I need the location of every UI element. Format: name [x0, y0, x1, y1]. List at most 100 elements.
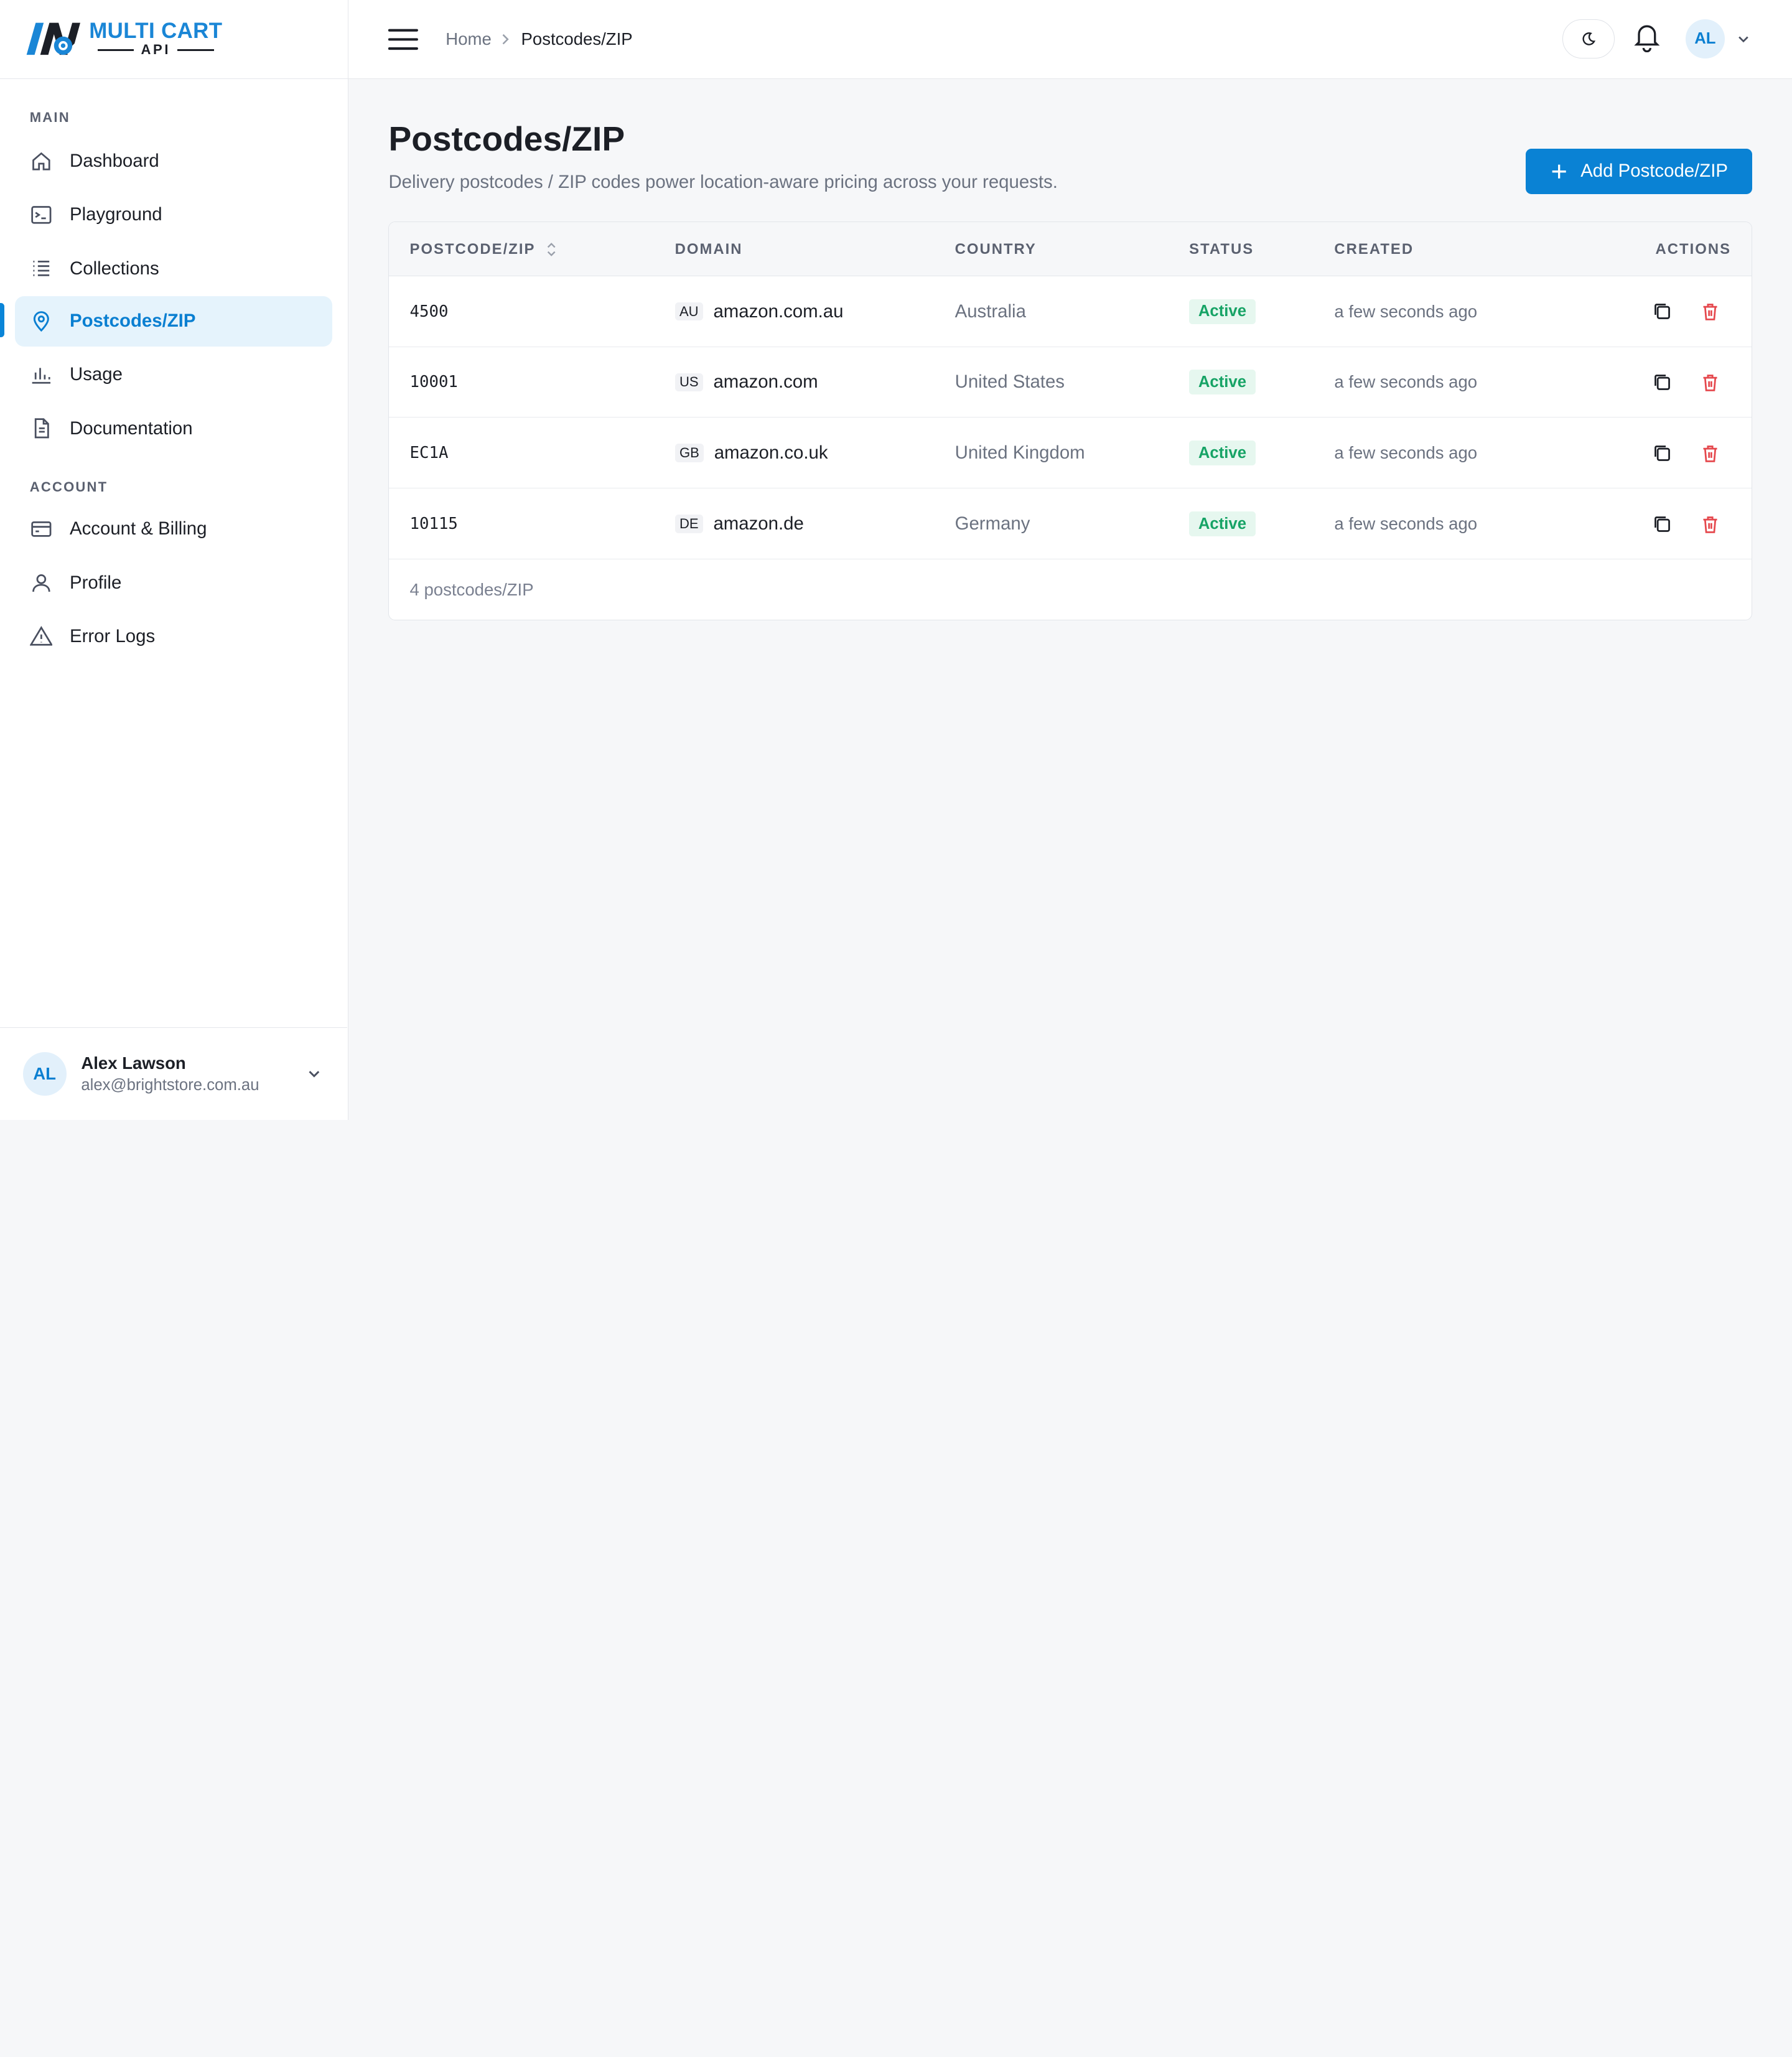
status-badge: Active	[1189, 370, 1256, 395]
logo[interactable]: MULTI CART API	[0, 0, 348, 79]
user-name: Alex Lawson	[81, 1053, 186, 1073]
moon-icon	[1582, 32, 1596, 45]
sidebar-item-postcodes[interactable]: Postcodes/ZIP	[14, 296, 333, 347]
sidebar-item-account-billing[interactable]: Account & Billing	[15, 504, 333, 554]
table-row[interactable]: 10115 DE amazon.de Germany Active a few …	[389, 488, 1752, 560]
country-cell: United States	[954, 371, 1065, 393]
logo-subtitle: API	[141, 42, 171, 58]
user-menu[interactable]: AL Alex Lawson alex@brightstore.com.au	[0, 1027, 348, 1120]
breadcrumb-home[interactable]: Home	[446, 29, 491, 49]
country-cell: United Kingdom	[954, 442, 1085, 464]
created-cell: a few seconds ago	[1334, 301, 1478, 321]
hamburger-menu-icon[interactable]	[388, 28, 419, 51]
table-row[interactable]: EC1A GB amazon.co.uk United Kingdom Acti…	[389, 417, 1752, 489]
warning-icon	[29, 625, 53, 646]
status-cell: Active	[1189, 276, 1256, 347]
status-cell: Active	[1189, 417, 1256, 488]
sidebar-item-error-logs[interactable]: Error Logs	[15, 612, 333, 662]
sidebar-item-label: Postcodes/ZIP	[70, 310, 196, 332]
trash-icon[interactable]	[1700, 372, 1720, 393]
sidebar-item-playground[interactable]: Playground	[15, 190, 333, 240]
status-badge: Active	[1189, 511, 1256, 537]
trash-icon[interactable]	[1700, 443, 1720, 464]
created-cell: a few seconds ago	[1334, 372, 1478, 392]
document-icon	[34, 418, 49, 439]
created-cell: a few seconds ago	[1334, 443, 1478, 463]
copy-icon[interactable]	[1652, 372, 1673, 393]
postcode-cell: EC1A	[409, 444, 449, 463]
map-pin-icon	[33, 311, 49, 332]
user-icon	[32, 574, 50, 592]
domain-cell: GB amazon.co.uk	[674, 417, 828, 488]
user-email: alex@brightstore.com.au	[81, 1076, 259, 1094]
sidebar: MULTI CART API MAIN Dashboard Playground…	[0, 0, 349, 1120]
domain-text: amazon.de	[713, 513, 804, 534]
status-cell: Active	[1189, 347, 1256, 418]
country-cell: Germany	[954, 513, 1030, 534]
sidebar-item-label: Error Logs	[70, 626, 156, 647]
sidebar-item-label: Profile	[70, 572, 122, 593]
add-postcode-button[interactable]: Add Postcode/ZIP	[1525, 148, 1752, 195]
status-cell: Active	[1189, 488, 1256, 559]
add-postcode-label: Add Postcode/ZIP	[1580, 161, 1728, 182]
table-footer-count: 4 postcodes/ZIP	[409, 580, 534, 600]
sidebar-item-label: Dashboard	[70, 150, 159, 171]
column-header-status: STATUS	[1189, 240, 1254, 258]
sidebar-item-label: Account & Billing	[70, 518, 207, 539]
country-code-badge: AU	[674, 302, 703, 321]
sidebar-item-dashboard[interactable]: Dashboard	[15, 136, 333, 187]
main-content: Home Postcodes/ZIP AL Postcodes/ZIP Deli…	[348, 0, 1792, 1120]
sidebar-item-label: Documentation	[70, 417, 193, 439]
column-header-actions: ACTIONS	[1655, 240, 1732, 258]
copy-icon[interactable]	[1652, 443, 1673, 464]
logo-icon	[26, 23, 80, 55]
postcodes-table: POSTCODE/ZIP DOMAIN COUNTRY STATUS CREAT…	[388, 222, 1752, 621]
domain-text: amazon.com.au	[713, 301, 844, 322]
chevron-down-icon[interactable]	[306, 1066, 322, 1082]
country-code-badge: GB	[674, 444, 704, 463]
chevron-right-icon	[502, 34, 509, 45]
copy-icon[interactable]	[1652, 514, 1673, 534]
bell-icon[interactable]	[1632, 21, 1662, 53]
postcode-cell: 4500	[409, 302, 449, 321]
domain-text: amazon.com	[713, 371, 818, 393]
top-avatar[interactable]: AL	[1686, 19, 1725, 58]
column-header-postcode[interactable]: POSTCODE/ZIP	[410, 241, 558, 258]
column-header-created: CREATED	[1334, 240, 1414, 258]
sidebar-item-label: Collections	[70, 258, 159, 279]
theme-toggle-button[interactable]	[1562, 19, 1615, 58]
sidebar-item-profile[interactable]: Profile	[15, 557, 333, 608]
topbar: Home Postcodes/ZIP AL	[348, 0, 1792, 79]
country-code-badge: DE	[674, 515, 703, 534]
page-title: Postcodes/ZIP	[388, 119, 625, 159]
table-row[interactable]: 10001 US amazon.com United States Active…	[389, 347, 1752, 418]
sidebar-item-collections[interactable]: Collections	[15, 243, 333, 294]
copy-icon[interactable]	[1652, 301, 1673, 322]
credit-card-icon	[31, 521, 52, 537]
logo-title: MULTI CART	[89, 19, 223, 44]
active-indicator	[0, 302, 5, 337]
chevron-down-icon[interactable]	[1736, 32, 1751, 47]
postcode-cell: 10001	[409, 373, 458, 392]
sidebar-item-documentation[interactable]: Documentation	[15, 403, 333, 454]
sidebar-item-label: Usage	[70, 364, 123, 385]
status-badge: Active	[1189, 441, 1256, 466]
list-icon	[33, 261, 49, 277]
table-header: POSTCODE/ZIP DOMAIN COUNTRY STATUS CREAT…	[389, 222, 1752, 276]
nav-section-account: ACCOUNT	[29, 478, 108, 495]
sort-icon[interactable]	[546, 242, 557, 256]
country-code-badge: US	[674, 373, 703, 392]
home-icon	[32, 152, 50, 170]
country-cell: Australia	[954, 301, 1026, 322]
sidebar-item-usage[interactable]: Usage	[15, 350, 333, 400]
page-subtitle: Delivery postcodes / ZIP codes power loc…	[388, 171, 1058, 192]
trash-icon[interactable]	[1700, 514, 1720, 534]
table-row[interactable]: 4500 AU amazon.com.au Australia Active a…	[389, 276, 1752, 347]
domain-cell: AU amazon.com.au	[674, 276, 844, 347]
domain-cell: DE amazon.de	[674, 488, 804, 559]
trash-icon[interactable]	[1700, 301, 1720, 322]
sidebar-item-label: Playground	[70, 204, 162, 225]
bar-chart-icon	[32, 368, 50, 384]
created-cell: a few seconds ago	[1334, 514, 1478, 534]
column-header-domain: DOMAIN	[674, 240, 743, 258]
